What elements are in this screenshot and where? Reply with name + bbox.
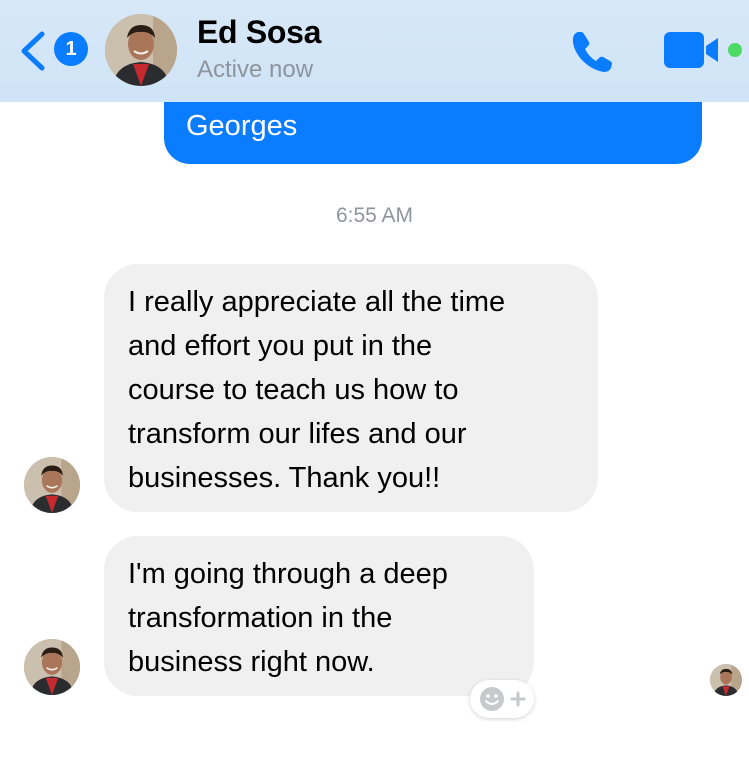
smiley-plus-icon (480, 687, 526, 711)
contact-name[interactable]: Ed Sosa (197, 14, 321, 51)
sent-message-text: Georges (186, 110, 298, 142)
message-line: business right now. (128, 646, 375, 678)
message-timestamp: 6:55 AM (335, 204, 414, 227)
add-reaction-button[interactable] (470, 680, 534, 718)
read-receipt-avatar (710, 664, 742, 696)
audio-call-button[interactable] (568, 26, 618, 76)
unread-count-badge: 1 (54, 32, 88, 66)
received-message-bubble[interactable]: I really appreciate all the time and eff… (104, 264, 598, 512)
back-button[interactable]: 1 (18, 30, 92, 72)
sender-avatar[interactable] (24, 639, 80, 695)
received-message-bubble[interactable]: I'm going through a deep transformation … (104, 536, 534, 696)
phone-icon (572, 32, 612, 72)
message-line: businesses. Thank you!! (128, 462, 441, 494)
active-status: Active now (197, 56, 314, 83)
message-line: transform our lifes and our (128, 418, 467, 450)
online-indicator (728, 43, 742, 57)
message-line: transformation in the (128, 602, 393, 634)
message-line: I'm going through a deep (128, 558, 448, 590)
video-camera-icon (664, 32, 718, 68)
conversation-header: 1 Ed Sosa Active now (0, 0, 749, 102)
contact-avatar[interactable] (105, 14, 177, 86)
sender-avatar[interactable] (24, 457, 80, 513)
message-line: and effort you put in the (128, 330, 433, 362)
message-line: course to teach us how to (128, 374, 459, 406)
chevron-left-icon (21, 31, 45, 71)
message-line: I really appreciate all the time (128, 286, 506, 318)
